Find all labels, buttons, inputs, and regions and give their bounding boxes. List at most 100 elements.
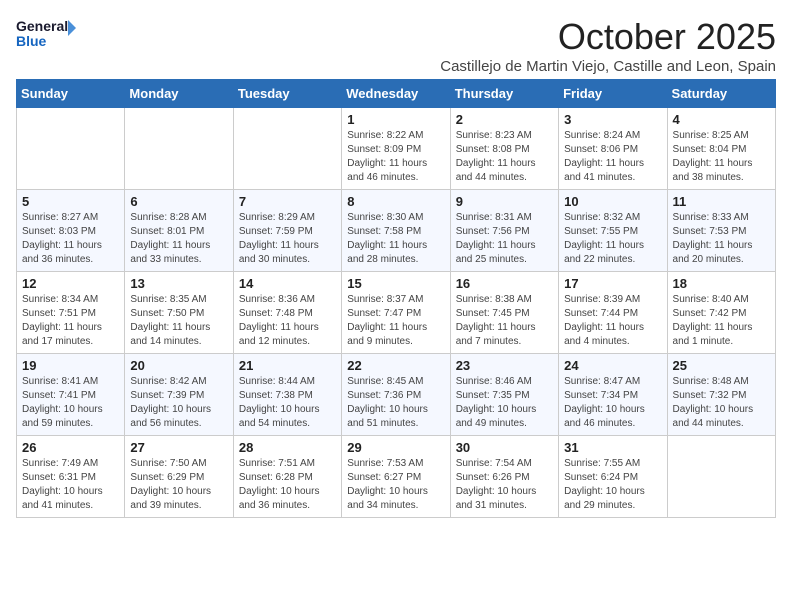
calendar-cell: 22 Sunrise: 8:45 AM Sunset: 7:36 PM Dayli… <box>342 354 450 436</box>
calendar-cell: 12Sunrise: 8:34 AM Sunset: 7:51 PM Dayli… <box>17 272 125 354</box>
day-info: Sunrise: 8:47 AM Sunset: 7:34 PM Dayligh… <box>564 375 661 431</box>
calendar-cell: 3Sunrise: 8:24 AM Sunset: 8:06 PM Daylig… <box>559 108 667 190</box>
day-info: Sunrise: 7:49 AM Sunset: 6:31 PM Dayligh… <box>22 457 119 513</box>
day-info: Sunrise: 8:32 AM Sunset: 7:55 PM Dayligh… <box>564 211 661 267</box>
day-number: 3 <box>564 112 661 127</box>
weekday-header-thursday: Thursday <box>450 80 558 108</box>
day-number: 8 <box>347 194 444 209</box>
day-info: Sunrise: 7:50 AM Sunset: 6:29 PM Dayligh… <box>130 457 227 513</box>
calendar-cell: 5 Sunrise: 8:27 AM Sunset: 8:03 PM Daylig… <box>17 190 125 272</box>
svg-text:Blue: Blue <box>16 33 47 49</box>
location-subtitle: Castillejo de Martin Viejo, Castille and… <box>440 58 776 75</box>
day-number: 24 <box>564 358 661 373</box>
day-info: Sunrise: 7:55 AM Sunset: 6:24 PM Dayligh… <box>564 457 661 513</box>
day-info: Sunrise: 8:34 AM Sunset: 7:51 PM Dayligh… <box>22 293 119 349</box>
day-number: 16 <box>456 276 553 291</box>
day-info: Sunrise: 8:40 AM Sunset: 7:42 PM Dayligh… <box>673 293 770 349</box>
day-number: 13 <box>130 276 227 291</box>
calendar-cell: 13 Sunrise: 8:35 AM Sunset: 7:50 PM Dayli… <box>125 272 233 354</box>
day-info: Sunrise: 8:27 AM Sunset: 8:03 PM Dayligh… <box>22 211 119 267</box>
day-number: 6 <box>130 194 227 209</box>
day-info: Sunrise: 8:23 AM Sunset: 8:08 PM Dayligh… <box>456 129 553 185</box>
calendar-cell: 15Sunrise: 8:37 AM Sunset: 7:47 PM Dayli… <box>342 272 450 354</box>
weekday-header-tuesday: Tuesday <box>233 80 341 108</box>
day-info: Sunrise: 8:48 AM Sunset: 7:32 PM Dayligh… <box>673 375 770 431</box>
day-info: Sunrise: 8:31 AM Sunset: 7:56 PM Dayligh… <box>456 211 553 267</box>
weekday-header-row: SundayMondayTuesdayWednesdayThursdayFrid… <box>17 80 776 108</box>
day-info: Sunrise: 8:45 AM Sunset: 7:36 PM Dayligh… <box>347 375 444 431</box>
calendar-cell <box>17 108 125 190</box>
calendar-cell: 29Sunrise: 7:53 AM Sunset: 6:27 PM Dayli… <box>342 436 450 518</box>
svg-text:General: General <box>16 18 68 34</box>
day-info: Sunrise: 8:25 AM Sunset: 8:04 PM Dayligh… <box>673 129 770 185</box>
day-info: Sunrise: 8:33 AM Sunset: 7:53 PM Dayligh… <box>673 211 770 267</box>
calendar-cell: 11Sunrise: 8:33 AM Sunset: 7:53 PM Dayli… <box>667 190 775 272</box>
day-number: 14 <box>239 276 336 291</box>
calendar-table: SundayMondayTuesdayWednesdayThursdayFrid… <box>16 79 776 518</box>
day-number: 7 <box>239 194 336 209</box>
day-number: 28 <box>239 440 336 455</box>
logo: General Blue <box>16 16 76 52</box>
day-number: 31 <box>564 440 661 455</box>
day-info: Sunrise: 8:44 AM Sunset: 7:38 PM Dayligh… <box>239 375 336 431</box>
day-number: 23 <box>456 358 553 373</box>
week-row-3: 12Sunrise: 8:34 AM Sunset: 7:51 PM Dayli… <box>17 272 776 354</box>
weekday-header-wednesday: Wednesday <box>342 80 450 108</box>
calendar-cell: 23 Sunrise: 8:46 AM Sunset: 7:35 PM Dayli… <box>450 354 558 436</box>
calendar-cell: 25 Sunrise: 8:48 AM Sunset: 7:32 PM Dayli… <box>667 354 775 436</box>
calendar-cell: 31 Sunrise: 7:55 AM Sunset: 6:24 PM Dayli… <box>559 436 667 518</box>
day-number: 10 <box>564 194 661 209</box>
day-info: Sunrise: 8:41 AM Sunset: 7:41 PM Dayligh… <box>22 375 119 431</box>
calendar-cell: 17 Sunrise: 8:39 AM Sunset: 7:44 PM Dayli… <box>559 272 667 354</box>
day-number: 27 <box>130 440 227 455</box>
day-info: Sunrise: 8:36 AM Sunset: 7:48 PM Dayligh… <box>239 293 336 349</box>
page-header: General Blue October 2025 Castillejo de … <box>16 16 776 75</box>
day-number: 5 <box>22 194 119 209</box>
weekday-header-sunday: Sunday <box>17 80 125 108</box>
day-number: 25 <box>673 358 770 373</box>
calendar-cell: 27 Sunrise: 7:50 AM Sunset: 6:29 PM Dayli… <box>125 436 233 518</box>
day-info: Sunrise: 8:35 AM Sunset: 7:50 PM Dayligh… <box>130 293 227 349</box>
week-row-1: 1Sunrise: 8:22 AM Sunset: 8:09 PM Daylig… <box>17 108 776 190</box>
week-row-4: 19 Sunrise: 8:41 AM Sunset: 7:41 PM Dayli… <box>17 354 776 436</box>
week-row-5: 26 Sunrise: 7:49 AM Sunset: 6:31 PM Dayli… <box>17 436 776 518</box>
calendar-cell: 20Sunrise: 8:42 AM Sunset: 7:39 PM Dayli… <box>125 354 233 436</box>
calendar-cell: 19 Sunrise: 8:41 AM Sunset: 7:41 PM Dayli… <box>17 354 125 436</box>
calendar-cell <box>125 108 233 190</box>
calendar-cell: 18 Sunrise: 8:40 AM Sunset: 7:42 PM Dayli… <box>667 272 775 354</box>
day-number: 19 <box>22 358 119 373</box>
day-info: Sunrise: 7:53 AM Sunset: 6:27 PM Dayligh… <box>347 457 444 513</box>
calendar-cell: 26 Sunrise: 7:49 AM Sunset: 6:31 PM Dayli… <box>17 436 125 518</box>
calendar-cell: 4Sunrise: 8:25 AM Sunset: 8:04 PM Daylig… <box>667 108 775 190</box>
day-number: 9 <box>456 194 553 209</box>
calendar-cell <box>233 108 341 190</box>
day-number: 15 <box>347 276 444 291</box>
day-number: 20 <box>130 358 227 373</box>
day-info: Sunrise: 8:22 AM Sunset: 8:09 PM Dayligh… <box>347 129 444 185</box>
day-info: Sunrise: 8:46 AM Sunset: 7:35 PM Dayligh… <box>456 375 553 431</box>
day-number: 22 <box>347 358 444 373</box>
calendar-cell: 16Sunrise: 8:38 AM Sunset: 7:45 PM Dayli… <box>450 272 558 354</box>
day-info: Sunrise: 7:54 AM Sunset: 6:26 PM Dayligh… <box>456 457 553 513</box>
day-info: Sunrise: 8:39 AM Sunset: 7:44 PM Dayligh… <box>564 293 661 349</box>
day-number: 30 <box>456 440 553 455</box>
calendar-cell: 10 Sunrise: 8:32 AM Sunset: 7:55 PM Dayli… <box>559 190 667 272</box>
calendar-cell: 24 Sunrise: 8:47 AM Sunset: 7:34 PM Dayli… <box>559 354 667 436</box>
day-number: 21 <box>239 358 336 373</box>
day-info: Sunrise: 7:51 AM Sunset: 6:28 PM Dayligh… <box>239 457 336 513</box>
calendar-cell: 9 Sunrise: 8:31 AM Sunset: 7:56 PM Daylig… <box>450 190 558 272</box>
weekday-header-saturday: Saturday <box>667 80 775 108</box>
day-number: 17 <box>564 276 661 291</box>
logo-svg: General Blue <box>16 16 76 52</box>
calendar-cell: 7Sunrise: 8:29 AM Sunset: 7:59 PM Daylig… <box>233 190 341 272</box>
calendar-cell: 14 Sunrise: 8:36 AM Sunset: 7:48 PM Dayli… <box>233 272 341 354</box>
day-number: 18 <box>673 276 770 291</box>
calendar-cell: 2 Sunrise: 8:23 AM Sunset: 8:08 PM Daylig… <box>450 108 558 190</box>
calendar-cell: 30 Sunrise: 7:54 AM Sunset: 6:26 PM Dayli… <box>450 436 558 518</box>
day-number: 2 <box>456 112 553 127</box>
calendar-cell: 8Sunrise: 8:30 AM Sunset: 7:58 PM Daylig… <box>342 190 450 272</box>
month-title: October 2025 <box>440 16 776 58</box>
week-row-2: 5 Sunrise: 8:27 AM Sunset: 8:03 PM Daylig… <box>17 190 776 272</box>
day-number: 26 <box>22 440 119 455</box>
title-area: October 2025 Castillejo de Martin Viejo,… <box>440 16 776 75</box>
